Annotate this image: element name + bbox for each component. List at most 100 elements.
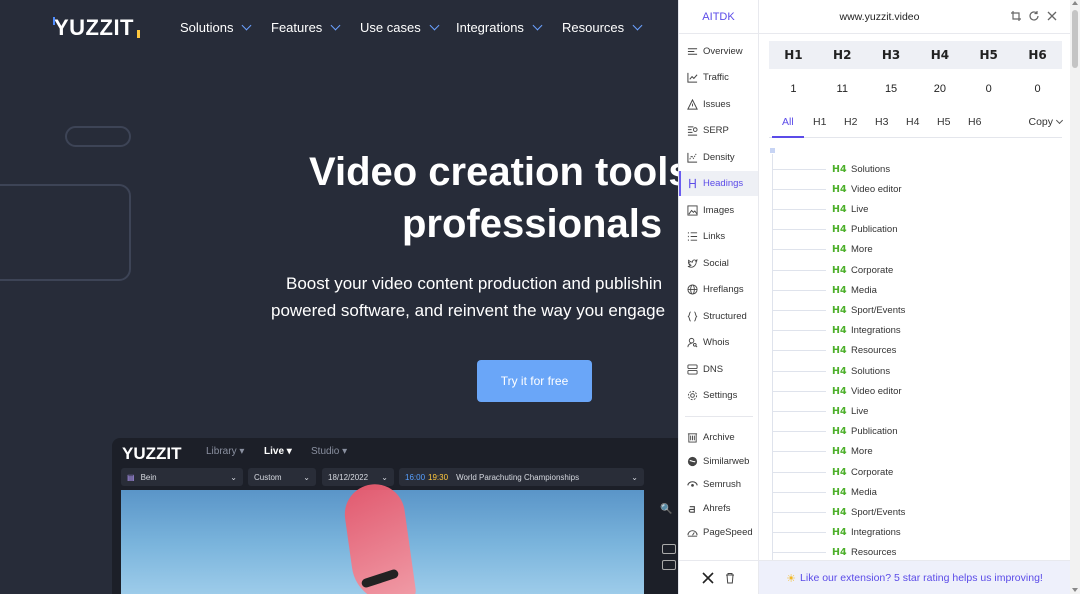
warning-icon xyxy=(687,99,698,110)
nav-resources[interactable]: Resources xyxy=(562,20,643,35)
sidebar-item-whois[interactable]: Whois xyxy=(679,330,758,355)
heading-tree-row[interactable]: H4 Video editor xyxy=(772,381,902,401)
heading-tree-row[interactable]: H4 Integrations xyxy=(772,523,901,543)
search-icon: 🔍 xyxy=(660,504,673,515)
sidebar-tool-pagespeed[interactable]: PageSpeed xyxy=(679,520,758,545)
sidebar-tool-semrush[interactable]: Semrush xyxy=(679,472,758,497)
semrush-icon xyxy=(687,481,698,487)
sidebar-item-structured[interactable]: Structured xyxy=(679,304,758,329)
sidebar-item-social[interactable]: Social xyxy=(679,251,758,276)
close-icon[interactable] xyxy=(1046,10,1058,22)
scrollbar[interactable] xyxy=(1070,0,1080,594)
sidebar-tool-archive[interactable]: Archive xyxy=(679,425,758,450)
sun-icon: ☀ xyxy=(786,572,797,585)
refresh-icon[interactable] xyxy=(1028,10,1040,22)
sidebar-item-settings[interactable]: Settings xyxy=(679,383,758,408)
image-icon xyxy=(687,205,698,216)
try-free-button[interactable]: Try it for free xyxy=(477,360,592,402)
crop-icon[interactable] xyxy=(1010,10,1022,22)
filter-tab-h6[interactable]: H6 xyxy=(968,116,981,128)
heading-tree-row[interactable]: H4 Publication xyxy=(772,422,897,442)
sidebar-item-traffic[interactable]: Traffic xyxy=(679,65,758,90)
filter-tab-h1[interactable]: H1 xyxy=(813,116,826,128)
heading-tree-row[interactable]: H4 Corporate xyxy=(772,260,893,280)
nav-use-cases[interactable]: Use cases xyxy=(360,20,440,35)
sidebar-divider xyxy=(685,416,753,417)
heading-count-value: 15 xyxy=(884,83,898,95)
scroll-up-arrow[interactable] xyxy=(1072,1,1078,5)
heading-level-tag: H4 xyxy=(832,183,847,195)
heading-tree-row[interactable]: H4 Resources xyxy=(772,341,896,361)
nav-features[interactable]: Features xyxy=(271,20,341,35)
heading-tree-row[interactable]: H4 Media xyxy=(772,482,877,502)
heading-tree-row[interactable]: H4 Corporate xyxy=(772,462,893,482)
server-icon xyxy=(687,364,698,375)
sidebar-item-label: Overview xyxy=(703,46,743,57)
heading-tree-row[interactable]: H4 Media xyxy=(772,280,877,300)
sidebar-item-label: Social xyxy=(703,258,729,269)
sidebar-item-links[interactable]: Links xyxy=(679,224,758,249)
heading-text: Media xyxy=(851,486,877,498)
heading-tree-row[interactable]: H4 Live xyxy=(772,199,868,219)
x-logo-icon[interactable] xyxy=(701,572,714,584)
heading-level-tag: H4 xyxy=(832,547,847,559)
hero-title-line1: Video creation tools xyxy=(309,150,680,194)
copy-dropdown[interactable]: Copy xyxy=(1028,116,1064,128)
extension-brand[interactable]: AITDK xyxy=(679,0,759,34)
heading-tree-row[interactable]: H4 Video editor xyxy=(772,179,902,199)
heading-tree-row[interactable]: H4 More xyxy=(772,240,873,260)
heading-tree-row[interactable]: H4 Sport/Events xyxy=(772,502,905,522)
heading-count-value: 1 xyxy=(790,83,797,95)
scrollbar-thumb[interactable] xyxy=(1072,10,1078,68)
hero-subtitle-line2: powered software, and reinvent the way y… xyxy=(271,301,666,320)
extension-panel: AITDK www.yuzzit.video Overview Traffic … xyxy=(678,0,1080,594)
filter-tab-all[interactable]: All xyxy=(782,116,794,128)
heading-tree-row[interactable]: H4 Solutions xyxy=(772,361,890,381)
tree-branch xyxy=(772,390,826,392)
heading-tree-row[interactable]: H4 Solutions xyxy=(772,159,890,179)
heading-tree-row[interactable]: H4 Live xyxy=(772,401,868,421)
heading-level-tag: H4 xyxy=(832,304,847,316)
tree-branch xyxy=(772,188,826,190)
rating-banner[interactable]: ☀ Like our extension? 5 star rating help… xyxy=(759,561,1070,594)
trash-icon[interactable] xyxy=(724,572,736,584)
app-mode-select: Custom ⌄ xyxy=(248,468,316,486)
tree-branch xyxy=(772,451,826,453)
heading-tree-row[interactable]: H4 More xyxy=(772,442,873,462)
tree-branch xyxy=(772,350,826,352)
sidebar-item-label: Whois xyxy=(703,337,730,348)
heading-text: Sport/Events xyxy=(851,304,906,316)
sidebar-item-density[interactable]: Density xyxy=(679,145,758,170)
heading-level-tag: H4 xyxy=(832,385,847,397)
sidebar-item-serp[interactable]: SERP xyxy=(679,118,758,143)
heading-count-header: H6 xyxy=(1028,48,1047,62)
site-logo[interactable]: YUZZIT xyxy=(53,15,140,41)
heading-tree-row[interactable]: H4 Sport/Events xyxy=(772,300,905,320)
filter-tab-h2[interactable]: H2 xyxy=(844,116,857,128)
globe-icon xyxy=(687,284,698,295)
sidebar-tool-ahrefs[interactable]: Ahrefs xyxy=(679,496,758,521)
thumbnail-icon xyxy=(662,544,676,554)
heading-tree-row[interactable]: H4 Integrations xyxy=(772,321,901,341)
sidebar-item-dns[interactable]: DNS xyxy=(679,357,758,382)
nav-integrations[interactable]: Integrations xyxy=(456,20,543,35)
filter-tab-h5[interactable]: H5 xyxy=(937,116,950,128)
heading-level-tag: H4 xyxy=(832,527,847,539)
sidebar-item-overview[interactable]: Overview xyxy=(679,39,758,64)
sidebar-item-headings[interactable]: Headings xyxy=(679,171,758,196)
sidebar-item-issues[interactable]: Issues xyxy=(679,92,758,117)
filter-tab-h3[interactable]: H3 xyxy=(875,116,888,128)
filter-tab-h4[interactable]: H4 xyxy=(906,116,919,128)
scroll-down-arrow[interactable] xyxy=(1072,588,1078,592)
sidebar-tool-similarweb[interactable]: Similarweb xyxy=(679,449,758,474)
heading-level-tag: H4 xyxy=(832,163,847,175)
heading-counts-value-row: 1 11 15 20 0 0 xyxy=(769,69,1062,109)
app-video-preview xyxy=(121,480,644,594)
heading-tree-row[interactable]: H4 Publication xyxy=(772,220,897,240)
nav-label: Resources xyxy=(562,20,625,35)
sidebar-item-label: Ahrefs xyxy=(703,503,731,514)
tree-branch xyxy=(772,370,826,372)
nav-solutions[interactable]: Solutions xyxy=(180,20,252,35)
sidebar-item-images[interactable]: Images xyxy=(679,198,758,223)
sidebar-item-hreflangs[interactable]: Hreflangs xyxy=(679,277,758,302)
